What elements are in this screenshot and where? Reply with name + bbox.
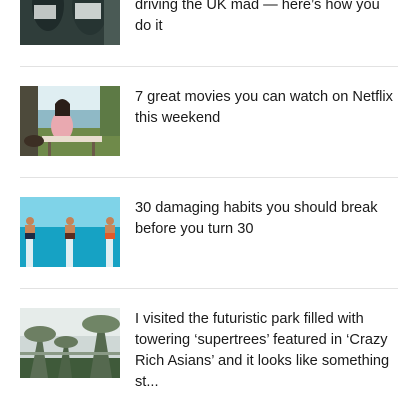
people-on-posts-image[interactable] [20, 197, 120, 267]
article-item-uk-mad[interactable]: driving the UK mad — here’s how you do i… [20, 0, 398, 45]
article-headline[interactable]: I visited the futuristic park filled wit… [135, 309, 397, 393]
article-item-damaging-habits[interactable]: 30 damaging habits you should break befo… [20, 197, 398, 267]
divider [20, 66, 398, 67]
article-feed: driving the UK mad — here’s how you do i… [0, 0, 400, 400]
divider [20, 177, 398, 178]
article-item-supertrees[interactable]: I visited the futuristic park filled wit… [20, 308, 398, 398]
divider [20, 288, 398, 289]
article-item-netflix-movies[interactable]: 7 great movies you can watch on Netflix … [20, 86, 398, 156]
article-headline[interactable]: 30 damaging habits you should break befo… [135, 198, 397, 240]
woman-at-lakeside-image[interactable] [20, 86, 120, 156]
article-headline[interactable]: driving the UK mad — here’s how you do i… [135, 0, 397, 37]
supertrees-park-image[interactable] [20, 308, 120, 378]
article-headline[interactable]: 7 great movies you can watch on Netflix … [135, 87, 397, 129]
football-players-image[interactable] [20, 0, 120, 45]
